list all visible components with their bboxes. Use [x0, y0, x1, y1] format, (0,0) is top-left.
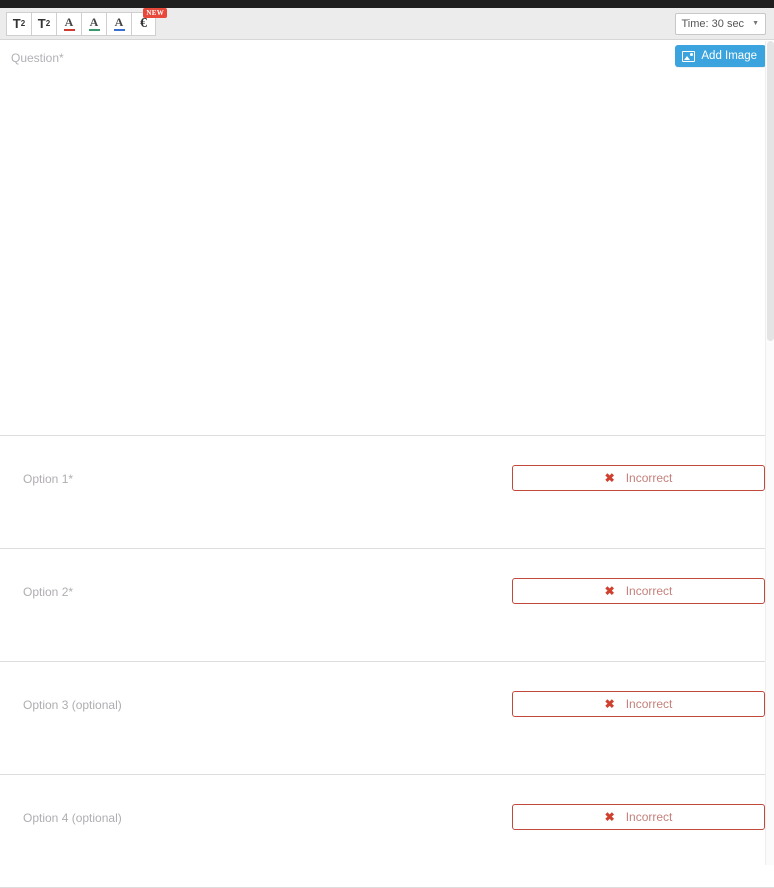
new-badge: NEW [143, 7, 167, 18]
superscript-exponent: 2 [20, 19, 26, 28]
option-4-verdict-label: Incorrect [625, 810, 673, 824]
option-row[interactable]: Option 3 (optional) ✖ Incorrect [0, 662, 774, 775]
letter-a-glyph: A [89, 15, 99, 29]
scrollbar-thumb[interactable] [767, 41, 774, 341]
add-image-button[interactable]: Add Image [675, 45, 766, 67]
text-color-red-button[interactable]: A [56, 11, 81, 36]
letter-a-red-underline-icon: A [63, 15, 75, 31]
cross-icon: ✖ [604, 810, 615, 824]
text-color-blue-button[interactable]: A [106, 11, 131, 36]
option-3-input-placeholder[interactable]: Option 3 (optional) [23, 698, 122, 712]
option-1-verdict-label: Incorrect [625, 471, 673, 485]
equation-button[interactable]: € NEW [131, 7, 167, 36]
top-app-bar [0, 0, 774, 8]
vertical-scrollbar[interactable] [765, 41, 774, 865]
letter-a-green-underline-icon: A [88, 15, 100, 31]
superscript-button[interactable]: T2 [6, 11, 31, 36]
option-2-input-placeholder[interactable]: Option 2* [23, 585, 73, 599]
subscript-glyph: T [37, 16, 46, 31]
cross-icon: ✖ [604, 471, 615, 485]
subscript-index: 2 [45, 19, 51, 28]
question-editor[interactable]: Question* Add Image [0, 40, 774, 436]
option-2-verdict-label: Incorrect [625, 584, 673, 598]
text-color-green-button[interactable]: A [81, 11, 106, 36]
subscript-button[interactable]: T2 [31, 11, 56, 36]
option-4-input-placeholder[interactable]: Option 4 (optional) [23, 811, 122, 825]
superscript-glyph: T [12, 16, 21, 31]
option-row[interactable]: Option 4 (optional) ✖ Incorrect [0, 775, 774, 888]
color-underline-green [88, 29, 100, 31]
chevron-down-icon: ▼ [752, 20, 759, 27]
euro-icon: € [140, 15, 147, 31]
add-image-label: Add Image [701, 50, 757, 62]
cross-icon: ✖ [604, 697, 615, 711]
color-underline-red [63, 29, 75, 31]
option-1-input-placeholder[interactable]: Option 1* [23, 472, 73, 486]
option-2-verdict-button[interactable]: ✖ Incorrect [512, 578, 765, 604]
time-select[interactable]: Time: 30 sec ▼ [674, 12, 766, 35]
cross-icon: ✖ [604, 584, 615, 598]
option-4-verdict-button[interactable]: ✖ Incorrect [512, 804, 765, 830]
question-input-placeholder[interactable]: Question* [11, 51, 64, 65]
formatting-button-group: T2 T2 A A A € NEW [6, 7, 167, 36]
image-icon [682, 50, 696, 62]
letter-a-glyph: A [114, 15, 124, 29]
letter-a-glyph: A [64, 15, 74, 29]
editor-toolbar: T2 T2 A A A € NEW Time: 30 sec ▼ [0, 7, 774, 40]
time-select-value: Time: 30 sec [681, 17, 745, 30]
letter-a-blue-underline-icon: A [113, 15, 125, 31]
option-1-verdict-button[interactable]: ✖ Incorrect [512, 465, 765, 491]
option-row[interactable]: Option 2* ✖ Incorrect [0, 549, 774, 662]
option-row[interactable]: Option 1* ✖ Incorrect [0, 436, 774, 549]
option-3-verdict-button[interactable]: ✖ Incorrect [512, 691, 765, 717]
color-underline-blue [113, 29, 125, 31]
option-3-verdict-label: Incorrect [625, 697, 673, 711]
